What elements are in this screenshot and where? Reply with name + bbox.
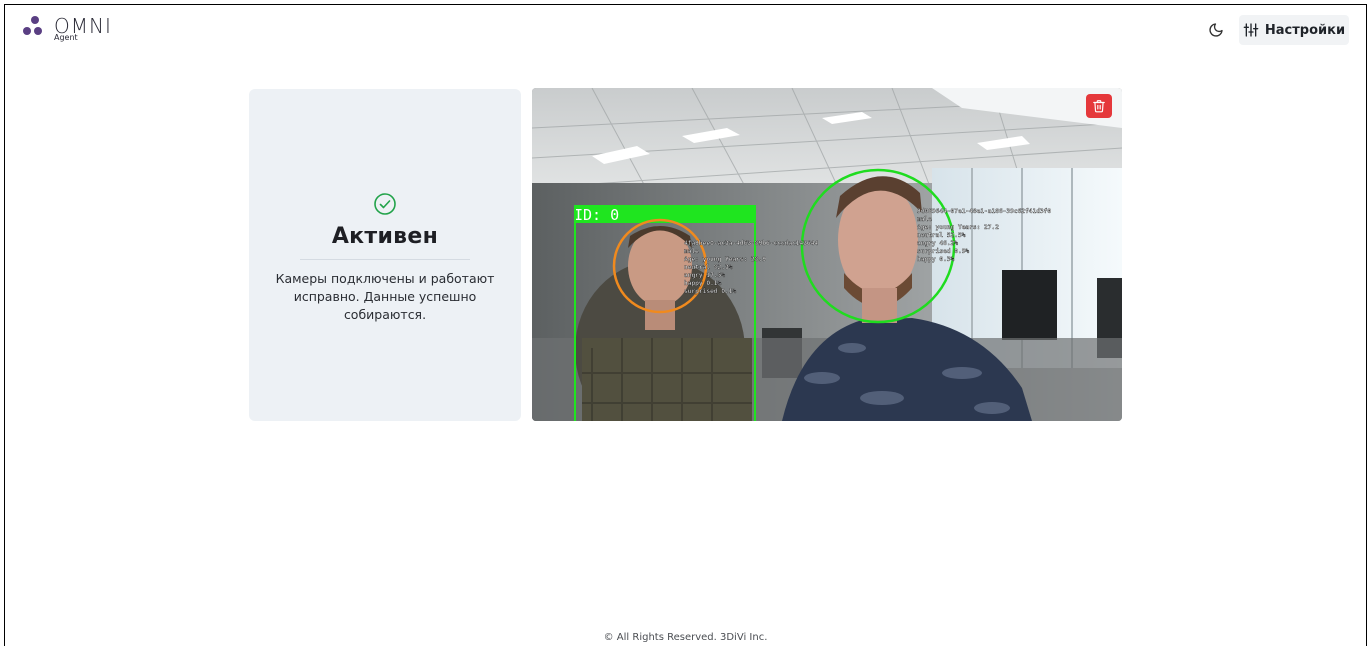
camera-feed: ID: 0 4fa9bee0-ac3a-4d63-89b6-cccdac1436… <box>532 88 1122 421</box>
face-annotation-line: Age: young Years: 28.9 <box>684 256 766 263</box>
face-annotation-line: happy 0.1% <box>684 280 722 287</box>
logo-mark <box>22 16 48 38</box>
logo[interactable]: OMNI Agent <box>22 16 112 42</box>
face-annotation-line: Age: young Years: 27.2 <box>917 224 999 231</box>
status-title: Активен <box>331 224 439 249</box>
status-description: Камеры подключены и работают исправно. Д… <box>275 271 495 322</box>
settings-button[interactable]: Настройки <box>1239 15 1349 45</box>
delete-camera-button[interactable] <box>1086 94 1112 118</box>
face-annotation-line: surprised 0.1% <box>684 287 736 295</box>
sliders-icon <box>1243 23 1259 37</box>
theme-toggle-button[interactable] <box>1206 20 1226 40</box>
trash-icon <box>1093 100 1105 113</box>
face-annotation-line: male <box>917 216 932 223</box>
face-annotation-line: neutral 82.3% <box>684 264 733 271</box>
face-annotation-line: surprised 0.9% <box>917 247 969 255</box>
face-annotation-line: 9d069644-07e1-48e1-a186-39c62f41d3f0 <box>917 208 1051 215</box>
face-annotation-line: neutral 52.5% <box>917 232 966 239</box>
status-divider <box>300 259 470 260</box>
face-annotation-line: male <box>684 248 699 255</box>
status-card: Активен Камеры подключены и работают исп… <box>249 89 521 421</box>
track-id-label: ID: 0 <box>574 206 619 224</box>
face-annotation-line: 4fa9bee0-ac3a-4d63-89b6-cccdac143644 <box>684 240 818 247</box>
face-annotation-line: happy 0.3% <box>917 256 955 263</box>
footer-copyright: © All Rights Reserved. 3DiVi Inc. <box>603 632 768 643</box>
settings-label: Настройки <box>1264 22 1346 38</box>
face-annotation-line: angry 46.2% <box>917 240 958 247</box>
check-circle-icon <box>374 193 396 215</box>
face-annotation-line: angry 17.5% <box>684 272 725 279</box>
moon-icon <box>1209 23 1223 37</box>
